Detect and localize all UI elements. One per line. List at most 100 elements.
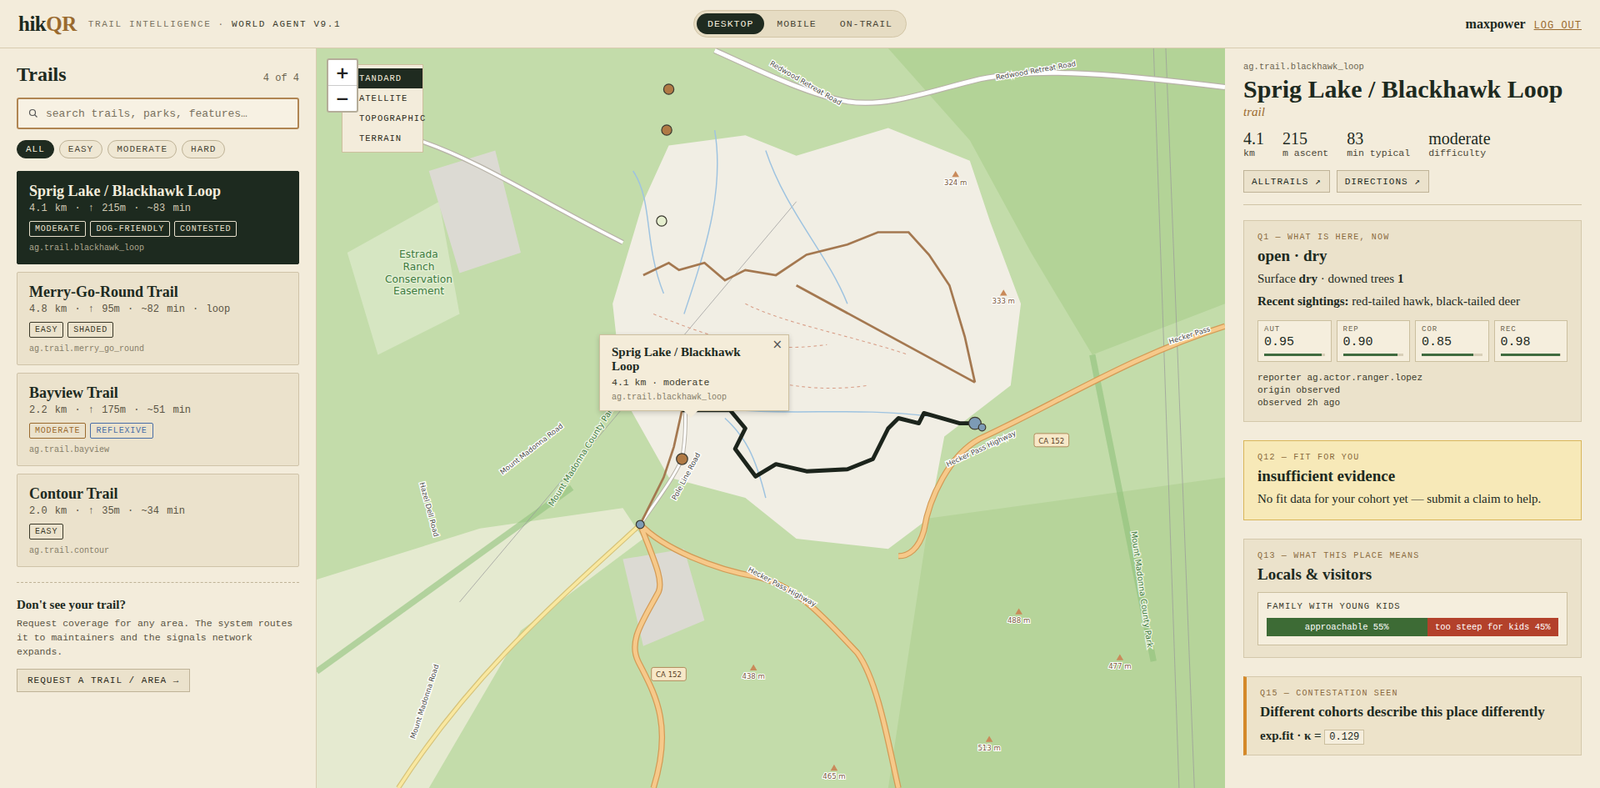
tag: REFLEXIVE [90, 422, 153, 439]
header: hikQR TRAIL INTELLIGENCE · WORLD AGENT V… [0, 0, 1600, 49]
detail-stats: 4.1 km215 m ascent83 min typicalmoderate… [1243, 129, 1582, 159]
zoom-in-button[interactable]: + [328, 60, 357, 85]
search-icon [28, 108, 39, 119]
area-label: Mount Madonna County Park [1129, 530, 1155, 648]
request-title: Don't see your trail? [16, 597, 300, 612]
selected-trail[interactable] [681, 410, 975, 477]
route-shield: CA 152 [651, 666, 687, 680]
detail-id: ag.trail.blackhawk_loop [1243, 61, 1582, 72]
map-popup: × Sprig Lake / Blackhawk Loop 4.1 km · m… [599, 334, 790, 411]
popup-close-button[interactable]: × [771, 336, 783, 352]
map-pin[interactable] [661, 125, 672, 135]
filter-chip[interactable]: MODERATE [107, 140, 177, 159]
map-pin[interactable] [676, 453, 688, 465]
peak-label: 324 m [944, 170, 967, 187]
search-placeholder: search trails, parks, features… [45, 107, 248, 120]
map-pin[interactable] [978, 423, 986, 431]
map-pin[interactable] [635, 520, 645, 529]
detail-links: ALLTRAILS ↗ DIRECTIONS ↗ [1243, 170, 1582, 193]
main: Trails 4 of 4 search trails, parks, feat… [0, 48, 1600, 788]
card-text: No fit data for your cohort yet — submit… [1257, 490, 1568, 508]
trail-card[interactable]: Contour Trail 2.0 km · ↑ 35m · ~34 min E… [16, 473, 300, 567]
svg-text:324 m: 324 m [944, 178, 967, 187]
username: maxpower [1465, 16, 1526, 32]
divider [1243, 204, 1582, 205]
sidebar-header: Trails 4 of 4 [16, 63, 300, 86]
tag: SHADED [67, 321, 114, 338]
sidebar-title: Trails [16, 63, 67, 86]
road-label: Mount Madonna Road [408, 662, 440, 740]
map[interactable]: Redwood Retreat RoadRedwood Retreat Road… [316, 48, 1225, 788]
contestation-stat: exp.fit · κ = 0.129 [1260, 728, 1568, 743]
external-link-button[interactable]: DIRECTIONS ↗ [1336, 170, 1430, 193]
card-headline: Locals & visitors [1257, 565, 1568, 584]
trail-card[interactable]: Sprig Lake / Blackhawk Loop 4.1 km · ↑ 2… [16, 170, 300, 265]
map-ground [316, 48, 1225, 788]
trail-card[interactable]: Merry-Go-Round Trail 4.8 km · ↑ 95m · ~8… [16, 271, 300, 365]
peak-label: 438 m [741, 664, 765, 680]
peak-label: 513 m [977, 735, 1000, 752]
road-label: Hecker Pass [1167, 324, 1212, 346]
trail-card[interactable]: Bayview Trail 2.2 km · ↑ 175m · ~51 min … [16, 372, 300, 466]
mode-tab[interactable]: MOBILE [765, 13, 827, 35]
stat: moderate difficulty [1428, 129, 1490, 159]
stat: 4.1 km [1243, 129, 1265, 159]
road-casing [418, 140, 623, 243]
provenance-row: origin observed [1257, 384, 1568, 397]
forest-area [888, 477, 1225, 788]
svg-text:333 m: 333 m [992, 296, 1015, 305]
q12-card: Q12 — FIT FOR YOU insufficient evidence … [1243, 440, 1582, 520]
svg-text:CA 152: CA 152 [1038, 436, 1065, 445]
svg-text:513 m: 513 m [977, 743, 1000, 752]
tag-list: EASYSHADED [29, 321, 287, 338]
trail-id: ag.trail.bayview [29, 444, 287, 455]
peak-label: 465 m [822, 764, 845, 780]
logout-link[interactable]: LOG OUT [1534, 20, 1582, 32]
trail-name: Merry-Go-Round Trail [29, 282, 287, 301]
area-label: Mount Madonna County Park [546, 402, 617, 508]
filter-chip[interactable]: HARD [181, 140, 225, 159]
map-pin[interactable] [656, 215, 667, 226]
stream [633, 130, 930, 498]
trail-id: ag.trail.contour [29, 545, 287, 556]
brand: hikQR TRAIL INTELLIGENCE · WORLD AGENT V… [18, 12, 694, 36]
detail-kind: trail [1243, 105, 1582, 120]
card-eyebrow: Q15 — CONTESTATION SEEN [1260, 688, 1568, 698]
app: hikQR TRAIL INTELLIGENCE · WORLD AGENT V… [0, 0, 1600, 788]
stat: 83 min typical [1346, 129, 1410, 159]
card-eyebrow: Q12 — FIT FOR YOU [1257, 452, 1568, 462]
road-label: Hecker Pass Highway [945, 428, 1018, 469]
map-pin[interactable] [663, 84, 674, 95]
metric: AUT 0.95 [1257, 320, 1332, 362]
card-headline: open · dry [1257, 246, 1568, 265]
road-label: Hecker Pass Highway [746, 565, 818, 609]
mode-tab[interactable]: DESKTOP [696, 13, 765, 35]
trail-id: ag.trail.merry_go_round [29, 343, 287, 355]
road-label: Hazel Dell Road [418, 480, 441, 538]
road-casing [398, 524, 640, 788]
search-field[interactable]: search trails, parks, features… [16, 97, 300, 130]
request-text: Request coverage for any area. The syste… [16, 615, 300, 659]
filter-chip[interactable]: ALL [16, 140, 55, 159]
map-canvas[interactable]: Redwood Retreat RoadRedwood Retreat Road… [316, 48, 1225, 788]
filter-chips: ALLEASYMODERATEHARD [16, 140, 300, 159]
tag: MODERATE [29, 220, 86, 237]
zoom-out-button[interactable]: − [328, 85, 357, 111]
svg-text:438 m: 438 m [741, 671, 765, 680]
mode-tab[interactable]: ON-TRAIL [829, 13, 904, 35]
road [398, 524, 640, 788]
metric: COR 0.85 [1415, 320, 1490, 362]
svg-text:CA 152: CA 152 [655, 670, 682, 679]
cohort-segment: approachable 55% [1266, 617, 1428, 636]
tag-list: MODERATEREFLEXIVE [29, 422, 287, 439]
request-button[interactable]: REQUEST A TRAIL / AREA → [16, 668, 190, 692]
sightings-line: Recent sightings: red-tailed hawk, black… [1257, 292, 1568, 310]
logo[interactable]: hikQR [18, 12, 77, 36]
card-eyebrow: Q1 — WHAT IS HERE, NOW [1257, 232, 1568, 242]
external-link-button[interactable]: ALLTRAILS ↗ [1243, 170, 1330, 193]
svg-text:488 m: 488 m [1007, 615, 1030, 625]
request-section: Don't see your trail? Request coverage f… [16, 581, 300, 692]
layer-option[interactable]: TERRAIN [342, 128, 423, 149]
provenance: reporter ag.actor.ranger.lopezorigin obs… [1257, 371, 1568, 410]
filter-chip[interactable]: EASY [59, 140, 103, 159]
